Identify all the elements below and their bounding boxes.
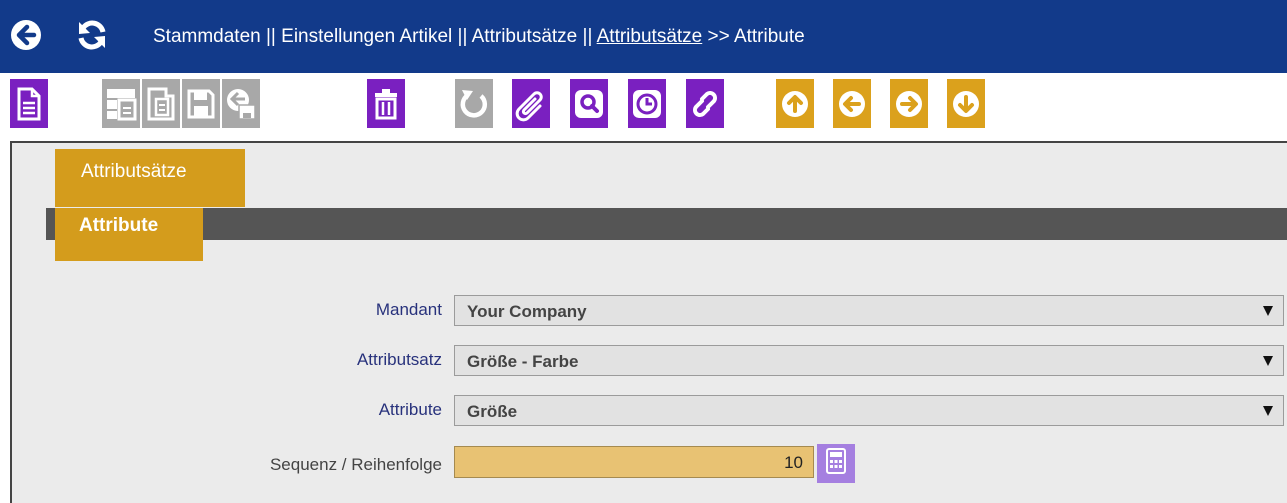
breadcrumb: Stammdaten || Einstellungen Artikel || A…: [153, 26, 805, 48]
multi-row-button[interactable]: [102, 79, 140, 128]
mandant-label: Mandant: [375, 300, 442, 319]
sequenz-input[interactable]: 10: [454, 446, 814, 478]
breadcrumb-link-attributsaetze[interactable]: Attributsätze: [597, 26, 703, 47]
dropdown-arrow-icon: [1263, 306, 1273, 316]
dropdown-arrow-icon: [1263, 406, 1273, 416]
new-document-icon: [16, 87, 42, 121]
new-record-button[interactable]: [10, 79, 48, 128]
sequenz-label: Sequenz / Reihenfolge: [269, 455, 442, 474]
save-and-new-icon: [225, 87, 257, 121]
last-record-button[interactable]: [947, 79, 985, 128]
record-toolbar: [0, 73, 1287, 141]
mandant-value: Your Company: [467, 302, 587, 321]
attachment-icon: [515, 86, 547, 122]
first-record-button[interactable]: [776, 79, 814, 128]
next-record-button[interactable]: [890, 79, 928, 128]
app-header: Stammdaten || Einstellungen Artikel || A…: [0, 0, 1287, 73]
multi-row-view-icon: [105, 87, 137, 121]
tab-attributsaetze[interactable]: Attributsätze: [55, 149, 245, 207]
undo-button[interactable]: [455, 79, 493, 128]
calculator-icon: [826, 448, 846, 479]
save-icon: [186, 88, 216, 120]
breadcrumb-current: >> Attribute: [707, 26, 805, 47]
delete-icon: [374, 88, 398, 120]
attribute-select[interactable]: Größe: [454, 395, 1284, 426]
save-and-new-button[interactable]: [222, 79, 260, 128]
search-button[interactable]: [570, 79, 608, 128]
link-icon: [690, 87, 720, 121]
breadcrumb-path: Stammdaten || Einstellungen Artikel || A…: [153, 26, 593, 47]
previous-record-button[interactable]: [833, 79, 871, 128]
tab-attribute[interactable]: Attribute: [55, 208, 203, 261]
arrow-right-icon: [895, 90, 923, 118]
copy-record-icon: [146, 87, 176, 121]
history-icon: [632, 89, 662, 119]
undo-icon: [459, 88, 489, 120]
back-icon[interactable]: [10, 19, 42, 51]
mandant-select[interactable]: Your Company: [454, 295, 1284, 326]
attributsatz-label: Attributsatz: [356, 350, 442, 369]
delete-button[interactable]: [367, 79, 405, 128]
tab-strip: [46, 208, 1287, 240]
attribute-label: Attribute: [378, 400, 442, 419]
arrow-down-icon: [952, 90, 980, 118]
attributsatz-select[interactable]: Größe - Farbe: [454, 345, 1284, 376]
calculator-button[interactable]: [817, 444, 855, 483]
copy-record-button[interactable]: [142, 79, 180, 128]
attribute-value: Größe: [467, 402, 518, 421]
search-icon: [574, 89, 604, 119]
link-button[interactable]: [686, 79, 724, 128]
history-button[interactable]: [628, 79, 666, 128]
refresh-icon[interactable]: [76, 19, 108, 51]
arrow-left-icon: [838, 90, 866, 118]
arrow-up-icon: [781, 90, 809, 118]
dropdown-arrow-icon: [1263, 356, 1273, 366]
attributsatz-value: Größe - Farbe: [467, 352, 579, 371]
attachment-button[interactable]: [512, 79, 550, 128]
save-button[interactable]: [182, 79, 220, 128]
